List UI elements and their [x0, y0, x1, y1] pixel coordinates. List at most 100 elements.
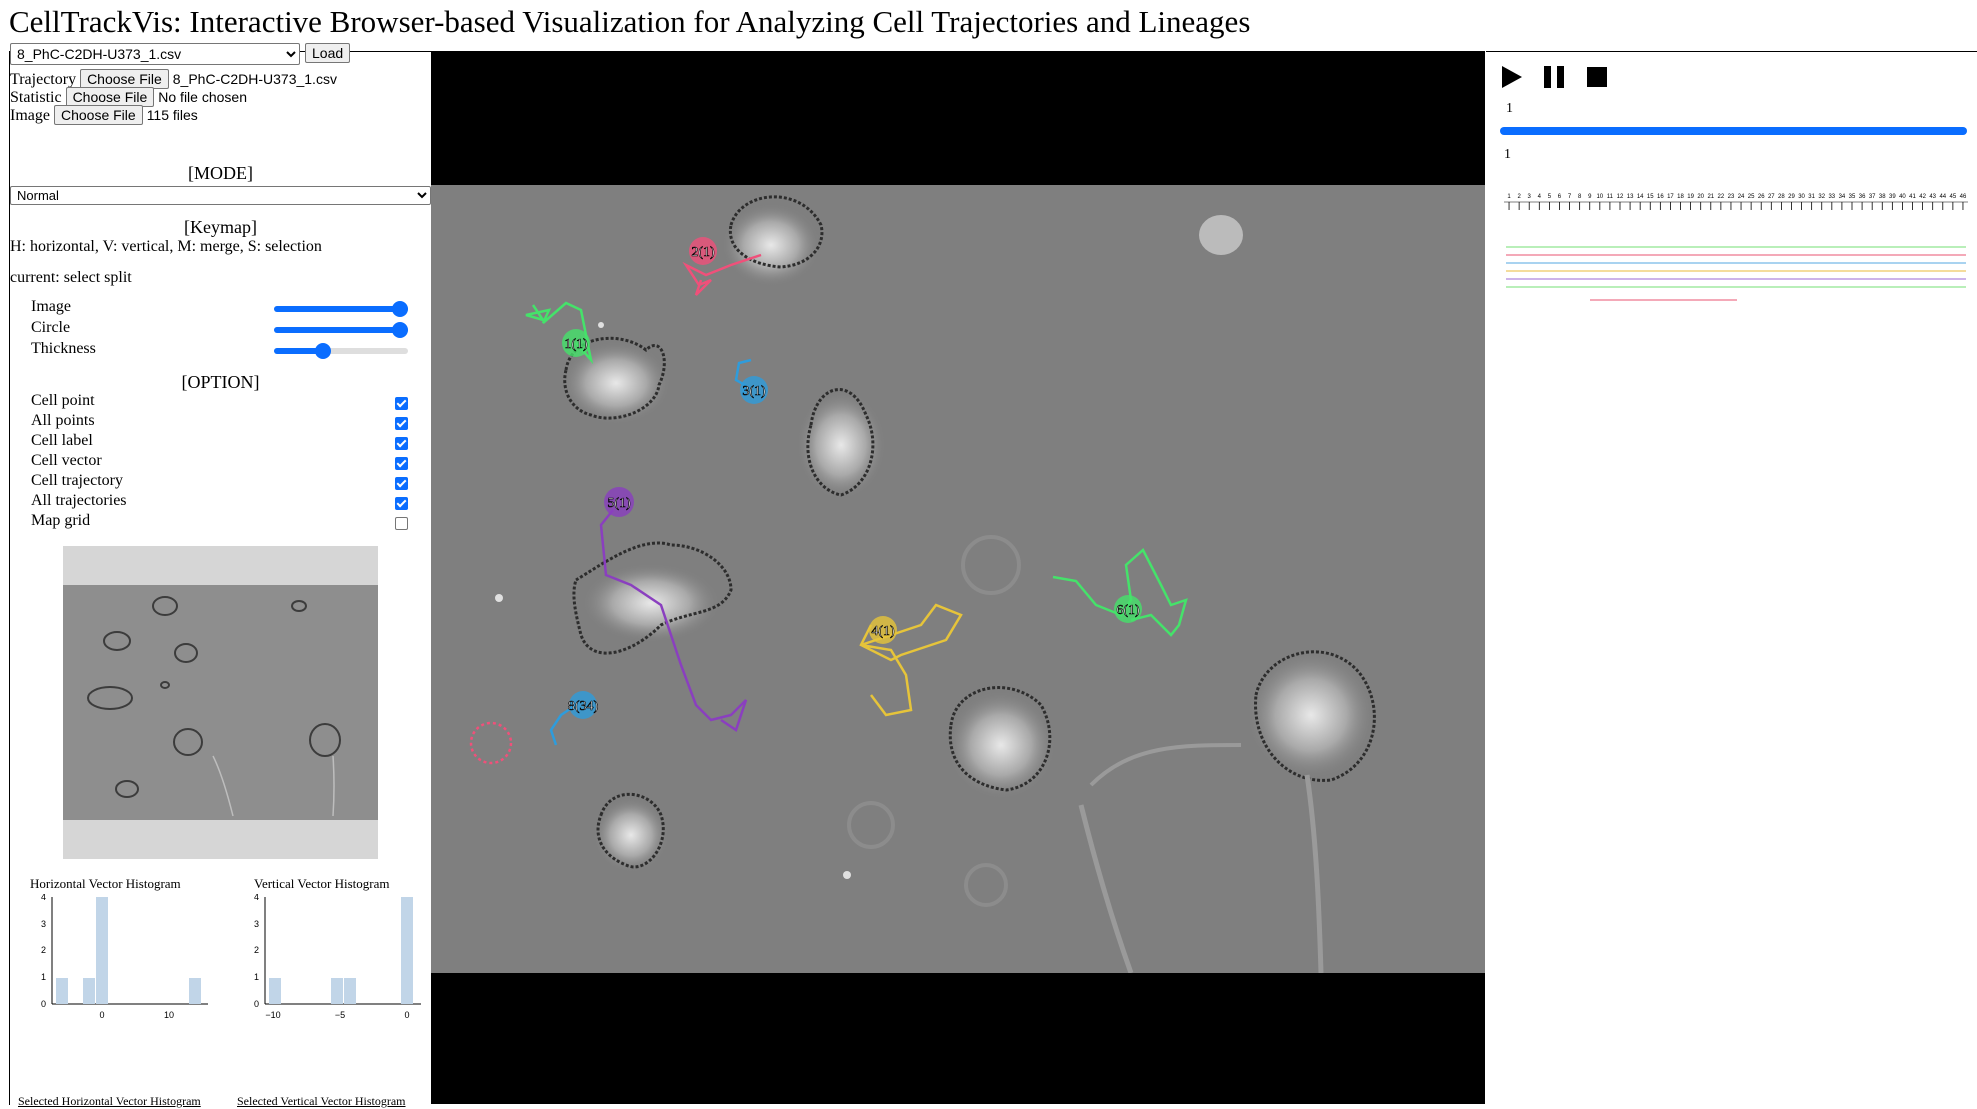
trajectory-file-status: 8_PhC-C2DH-U373_1.csv — [172, 71, 337, 87]
selected-vertical-histogram-link[interactable]: Selected Vertical Vector Histogram — [237, 1094, 406, 1109]
checkbox-cell-vector[interactable] — [395, 457, 408, 470]
mode-select[interactable]: Normal — [10, 186, 431, 205]
trajectory-label: Trajectory — [10, 71, 77, 88]
frame-tick-label: 13 — [1627, 194, 1634, 200]
option-header: [OPTION] — [181, 372, 260, 392]
histogram-bar — [96, 897, 108, 1004]
minimap[interactable] — [63, 546, 378, 859]
frame-tick-label: 1 — [1507, 194, 1511, 200]
frame-tick-label: 23 — [1728, 194, 1735, 200]
play-icon[interactable] — [1500, 65, 1524, 89]
pause-icon[interactable] — [1542, 65, 1566, 89]
frame-tick-label: 36 — [1859, 194, 1866, 200]
image-slider-label: Image — [31, 298, 71, 315]
slider-fill — [274, 348, 321, 354]
thickness-slider-label: Thickness — [31, 340, 96, 357]
frame-tick-label: 3 — [1528, 194, 1532, 200]
frame-tick-label: 12 — [1617, 194, 1624, 200]
y-tick-label: 2 — [254, 945, 259, 955]
histogram-bar — [83, 978, 95, 1004]
csv-file-select[interactable]: 8_PhC-C2DH-U373_1.csv — [10, 43, 300, 65]
trajectory-choose-file-button[interactable]: Choose File — [80, 69, 169, 89]
y-tick-label: 4 — [41, 894, 46, 902]
slider-fill — [274, 306, 408, 312]
frame-tick-label: 29 — [1788, 194, 1795, 200]
y-tick-label: 1 — [254, 972, 259, 982]
histogram-bar — [331, 978, 343, 1004]
histogram-bar — [269, 978, 281, 1004]
option-label-map-grid: Map grid — [31, 512, 91, 529]
histogram-bar — [344, 978, 356, 1004]
frame-tick-label: 16 — [1657, 194, 1664, 200]
checkbox-cell-trajectory[interactable] — [395, 477, 408, 490]
cell-label: 2(1) — [691, 245, 715, 260]
cell-viewer[interactable]: 1(1) 2(1) 3(1) 5(1) 4(1) 6(1) 8(34) — [431, 51, 1485, 1104]
cell-label: 8(34) — [568, 699, 599, 714]
selected-horizontal-histogram-link[interactable]: Selected Horizontal Vector Histogram — [18, 1094, 201, 1109]
cell-label: 6(1) — [1116, 603, 1140, 618]
vertical-histogram: 4 3 2 1 0 −10 −5 0 — [254, 894, 421, 1020]
frame-tick-label: 25 — [1748, 194, 1755, 200]
option-label-cell-label: Cell label — [31, 432, 93, 449]
horizontal-histogram: 4 3 2 1 0 0 10 — [41, 894, 208, 1020]
checkbox-all-trajectories[interactable] — [395, 497, 408, 510]
frame-progress-bar[interactable] — [1500, 127, 1967, 135]
thickness-slider[interactable] — [274, 343, 408, 359]
histogram-bar — [189, 978, 201, 1004]
frame-tick-label: 4 — [1538, 194, 1542, 200]
slider-thumb[interactable] — [392, 301, 408, 317]
frame-tick-label: 37 — [1869, 194, 1876, 200]
lineage-tree[interactable] — [1506, 244, 1966, 314]
cell-image-canvas[interactable]: 1(1) 2(1) 3(1) 5(1) 4(1) 6(1) 8(34) — [431, 185, 1485, 973]
image-opacity-slider[interactable] — [274, 301, 408, 317]
circle-size-slider[interactable] — [274, 322, 408, 338]
frame-tick-label: 5 — [1548, 194, 1552, 200]
image-choose-file-button[interactable]: Choose File — [53, 105, 143, 125]
load-button[interactable]: Load — [305, 43, 351, 63]
y-tick-label: 3 — [254, 919, 259, 929]
frame-tick-label: 10 — [1596, 194, 1603, 200]
frame-tick-label: 45 — [1950, 194, 1957, 200]
checkbox-all-points[interactable] — [395, 417, 408, 430]
slider-thumb[interactable] — [315, 343, 332, 359]
frame-tick-label: 17 — [1667, 194, 1674, 200]
x-tick-label: −5 — [335, 1010, 345, 1020]
frame-tick-label: 41 — [1909, 194, 1916, 200]
mode-header: [MODE] — [188, 163, 253, 183]
slider-thumb[interactable] — [392, 322, 408, 338]
frame-tick-label: 31 — [1808, 194, 1815, 200]
histogram-bar — [56, 978, 68, 1004]
current-mode-text: current: select split — [10, 269, 132, 286]
control-panel: 8_PhC-C2DH-U373_1.csv Load Trajectory Ch… — [9, 43, 431, 1108]
frame-tick-label: 39 — [1889, 194, 1896, 200]
frame-tick-label: 42 — [1919, 194, 1926, 200]
frame-start-label: 1 — [1504, 147, 1511, 162]
x-tick-label: 0 — [404, 1010, 409, 1020]
y-tick-label: 4 — [254, 894, 259, 902]
frame-tick-label: 27 — [1768, 194, 1775, 200]
cell-label: 1(1) — [564, 337, 588, 352]
frame-tick-label: 32 — [1818, 194, 1825, 200]
current-frame-label: 1 — [1506, 101, 1513, 116]
horizontal-histogram-title: Horizontal Vector Histogram — [30, 876, 181, 891]
frame-tick-label: 9 — [1588, 194, 1592, 200]
frame-tick-label: 26 — [1758, 194, 1765, 200]
frame-tick-label: 6 — [1558, 194, 1562, 200]
stop-icon[interactable] — [1586, 66, 1608, 88]
frame-tick-label: 44 — [1939, 194, 1946, 200]
frame-tick-label: 21 — [1707, 194, 1714, 200]
checkbox-cell-label[interactable] — [395, 437, 408, 450]
cell-label: 3(1) — [742, 384, 766, 399]
circle-slider-label: Circle — [31, 319, 71, 336]
option-label-cell-vector: Cell vector — [31, 452, 102, 469]
checkbox-map-grid[interactable] — [395, 517, 408, 530]
y-tick-label: 0 — [41, 999, 46, 1009]
frame-tick-label: 22 — [1718, 194, 1725, 200]
image-label: Image — [10, 107, 50, 124]
checkbox-cell-point[interactable] — [395, 397, 408, 410]
frame-tick-label: 34 — [1839, 194, 1846, 200]
frame-tick-axis: 1 2 3 4 5 6 7 8 9 10 11 12 13 14 15 16 17 18 19 20 21 22 23 24 2… — [1504, 194, 1968, 210]
image-file-status: 115 files — [146, 107, 198, 123]
statistic-choose-file-button[interactable]: Choose File — [65, 87, 155, 107]
frame-tick-label: 8 — [1578, 194, 1582, 200]
